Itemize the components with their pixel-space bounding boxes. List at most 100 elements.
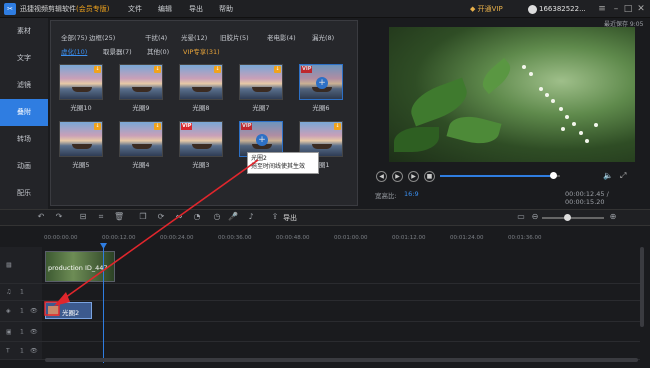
sidebar-item-animation[interactable]: 动画 [0,153,48,180]
effect-thumbnail[interactable]: VIP + [299,64,343,100]
ruler-tick: 00:00:12.00 [102,235,136,241]
split-icon[interactable]: ⊟ [78,212,88,222]
category-vip[interactable]: VIP专享(31) [183,46,220,56]
category-viewfinder[interactable]: 取景器(7) [103,46,132,56]
volume-icon[interactable]: 🔈 [603,171,613,180]
effect-label: 光圈4 [132,161,150,169]
microphone-icon[interactable]: 🎤 [228,212,238,222]
category-old-movie[interactable]: 老电影(4) [267,32,296,42]
fit-timeline-icon[interactable]: ▭ [516,212,526,222]
close-icon[interactable]: ✕ [635,2,647,16]
copy-icon[interactable]: ❐ [138,212,148,222]
vertical-scrollbar[interactable] [640,247,644,327]
clip-thumbnail [48,306,59,316]
playback-progress-handle[interactable] [550,172,557,179]
delete-icon[interactable]: 🗑 [114,212,124,222]
category-other[interactable]: 其他(0) [147,46,169,56]
overlay-library: 全部(75) 边框(25) 干扰(4) 光晕(12) 旧胶片(5) 老电影(4)… [50,20,358,206]
category-border[interactable]: 边框(25) [89,32,115,42]
zoom-slider-handle[interactable] [564,214,571,221]
track-header: ◈ 1 👁 [0,301,42,321]
stop-icon[interactable]: ■ [424,171,435,182]
effect-label: 光圈10 [70,104,92,112]
ruler-tick: 00:01:24.00 [450,235,484,241]
category-interference[interactable]: 干扰(4) [145,32,167,42]
playhead[interactable] [103,245,104,363]
effect-label: 光圈7 [252,104,270,112]
menu-help[interactable]: 帮助 [219,4,233,14]
overlay-clip[interactable]: 光圈2 [45,302,92,319]
image-track: ▣ 1 👁 [0,322,640,342]
aspect-value[interactable]: 16:9 [404,190,419,198]
effect-thumbnail[interactable]: ↓ [59,121,103,157]
play-icon[interactable]: ▶ [392,171,403,182]
next-icon[interactable]: ▶ [408,171,419,182]
speed-icon[interactable]: ◔ [192,212,202,222]
ruler-tick: 00:01:12.00 [392,235,426,241]
ruler-tick: 00:01:00.00 [334,235,368,241]
zoom-slider[interactable] [542,217,604,219]
eye-icon[interactable]: 👁 [30,308,38,315]
sidebar-item-material[interactable]: 素材 [0,18,48,45]
menu-file[interactable]: 文件 [128,4,142,14]
export-button[interactable]: 导出 [283,213,297,223]
zoom-in-icon[interactable]: ⊕ [608,212,618,222]
ruler-tick: 00:00:48.00 [276,235,310,241]
effect-label: 光圈3 [192,161,210,169]
timeline-ruler[interactable]: 00:00:00.00 00:00:12.00 00:00:24.00 00:0… [40,233,640,247]
sidebar-item-filter[interactable]: 滤镜 [0,72,48,99]
menu-export[interactable]: 导出 [189,4,203,14]
maximize-icon[interactable]: □ [622,2,634,16]
effect-thumbnail[interactable]: VIP [179,121,223,157]
sidebar-item-music[interactable]: 配乐 [0,180,48,207]
add-icon[interactable]: + [316,77,328,89]
voice-icon[interactable]: ♪ [246,212,256,222]
video-clip[interactable]: production ID_447 [45,251,115,282]
user-account[interactable]: 166382522... [528,3,586,15]
horizontal-scrollbar[interactable] [45,358,638,362]
edit-toolbar: ↶ ↷ ⊟ ⌗ 🗑 ❐ ⟳ ⇔ ◔ ◷ 🎤 ♪ ⇪ 导出 ▭ ⊖ ⊕ [0,209,650,226]
download-icon: ↓ [94,123,101,130]
overlay-track: ◈ 1 👁 [0,301,640,322]
previous-icon[interactable]: ◀ [376,171,387,182]
zoom-out-icon[interactable]: ⊖ [530,212,540,222]
audio-track: ♫ 1 [0,284,640,301]
menu-edit[interactable]: 编辑 [158,4,172,14]
ruler-tick: 00:00:00.00 [44,235,78,241]
mirror-icon[interactable]: ⇔ [174,212,184,222]
image-icon: ▣ [6,328,12,335]
effect-thumbnail[interactable]: ↓ [119,121,163,157]
eye-icon[interactable]: 👁 [30,328,38,335]
eye-icon[interactable]: 👁 [30,347,38,354]
redo-icon[interactable]: ↷ [54,212,64,222]
effect-thumbnail[interactable]: ↓ [119,64,163,100]
avatar [528,4,537,14]
export-icon[interactable]: ⇪ [270,212,280,222]
film-icon: ▦ [6,261,12,269]
category-light-leak[interactable]: 漏光(8) [312,32,334,42]
effect-label: 光圈5 [72,161,90,169]
fullscreen-icon[interactable]: ⤢ [620,171,626,181]
sidebar-item-text[interactable]: 文字 [0,45,48,72]
undo-icon[interactable]: ↶ [36,212,46,222]
category-blur[interactable]: 虚化(10) [61,46,87,56]
download-icon: ↓ [154,123,161,130]
category-halo[interactable]: 光晕(12) [181,32,207,42]
minimize-icon[interactable]: – [610,2,622,16]
crop-icon[interactable]: ⌗ [96,212,106,222]
rotate-icon[interactable]: ⟳ [156,212,166,222]
vip-button[interactable]: ◆ 开通VIP [470,3,520,15]
menu-icon[interactable]: ≡ [596,2,608,16]
playback-time: 00:00:12.45 / 00:00:15.20 [565,190,609,206]
add-icon[interactable]: + [256,134,268,146]
category-all[interactable]: 全部(75) [61,32,87,42]
timer-icon[interactable]: ◷ [212,212,222,222]
effect-thumbnail[interactable]: ↓ [239,64,283,100]
category-old-film[interactable]: 旧胶片(5) [220,32,249,42]
sidebar-item-overlay[interactable]: 叠附 [0,99,48,126]
effect-thumbnail[interactable]: ↓ [59,64,103,100]
app-title: 迅捷视频剪辑软件(会员专版) [20,5,110,13]
effect-thumbnail[interactable]: ↓ [179,64,223,100]
sidebar-item-transition[interactable]: 转场 [0,126,48,153]
text-icon: T [6,347,10,354]
